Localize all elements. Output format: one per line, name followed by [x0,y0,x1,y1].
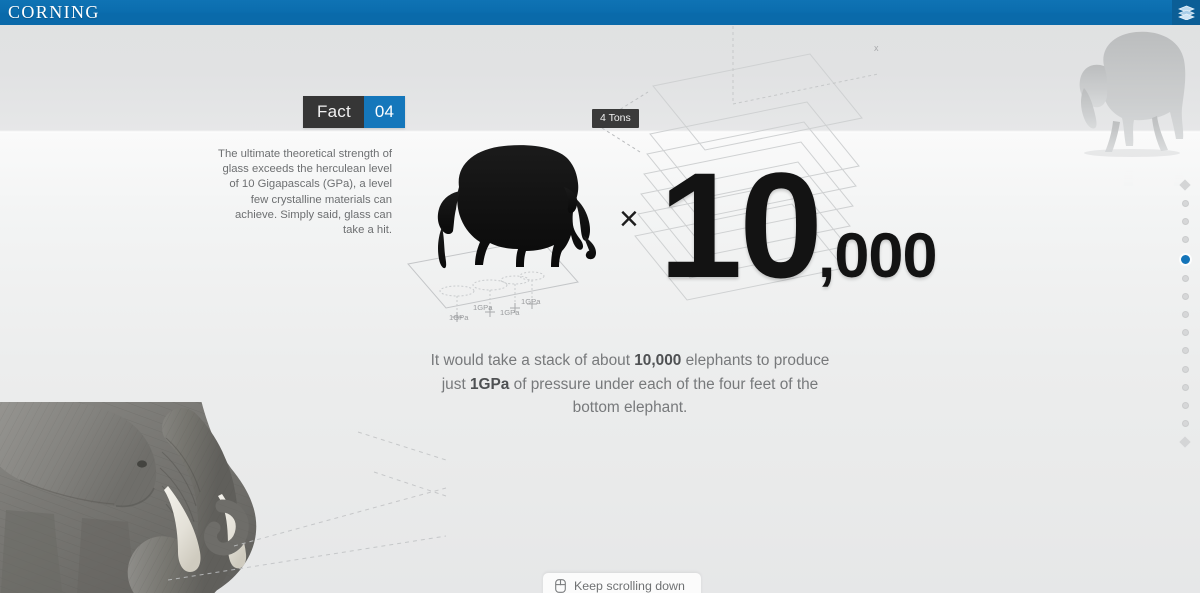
gpa-label-3: 1GPa [500,308,520,317]
nav-item-10[interactable] [1181,365,1189,373]
fact-label: Fact [303,96,364,128]
elephant-silhouette [437,145,596,269]
nav-item-7[interactable] [1181,311,1189,319]
count-display: 10,000 [659,141,938,309]
page-stage: x 1GPa 1GPa 1GPa 1GPa 4 Tons Fact 04 The… [0,0,1200,593]
elephant-photo-faded [1060,26,1192,186]
gpa-label-2: 1GPa [473,303,493,312]
multiply-symbol: × [619,200,639,238]
side-navigation[interactable] [1176,176,1194,451]
nav-item-1[interactable] [1181,199,1189,207]
nav-item-11[interactable] [1181,383,1189,391]
count-suffix: ,000 [817,221,938,291]
nav-item-12[interactable] [1181,402,1189,410]
nav-item-5[interactable] [1181,274,1189,282]
fact-number: 04 [363,96,406,128]
nav-item-3[interactable] [1181,236,1189,244]
caption-part-3: of pressure under each of the four feet … [509,375,819,417]
stacked-layers-glyph [1177,5,1195,20]
mouse-icon [555,579,566,593]
count-main: 10 [659,141,823,309]
caption-bold-2: 1GPa [470,375,510,393]
nav-item-8[interactable] [1181,329,1189,337]
nav-item-4-active[interactable] [1180,254,1190,264]
nav-item-diamond-top[interactable] [1179,179,1191,191]
nav-item-2[interactable] [1181,218,1189,226]
tons-badge: 4 Tons [592,109,639,128]
nav-item-13[interactable] [1181,420,1189,428]
gpa-label-4: 1GPa [521,297,541,306]
caption-bold-1: 10,000 [634,352,682,369]
nav-item-9[interactable] [1181,347,1189,355]
brand-logo: CORNING [8,2,100,22]
photo-guide-lines [168,431,447,581]
top-bar: CORNING [0,0,1200,25]
gpa-label-1: 1GPa [449,313,469,322]
stacked-layers-icon[interactable] [1172,0,1200,25]
nav-item-6[interactable] [1181,292,1189,300]
svg-text:x: x [874,43,879,53]
fact-description: The ultimate theoretical strength of gla… [218,148,392,237]
keep-scrolling-label: Keep scrolling down [574,579,685,593]
fact-badge: Fact 04 [303,96,406,128]
nav-item-diamond-bottom[interactable] [1179,436,1191,448]
keep-scrolling-button[interactable]: Keep scrolling down [543,573,701,593]
caption-part-1: It would take a stack of about [430,352,635,369]
caption-text: It would take a stack of about 10,000 el… [420,349,840,420]
